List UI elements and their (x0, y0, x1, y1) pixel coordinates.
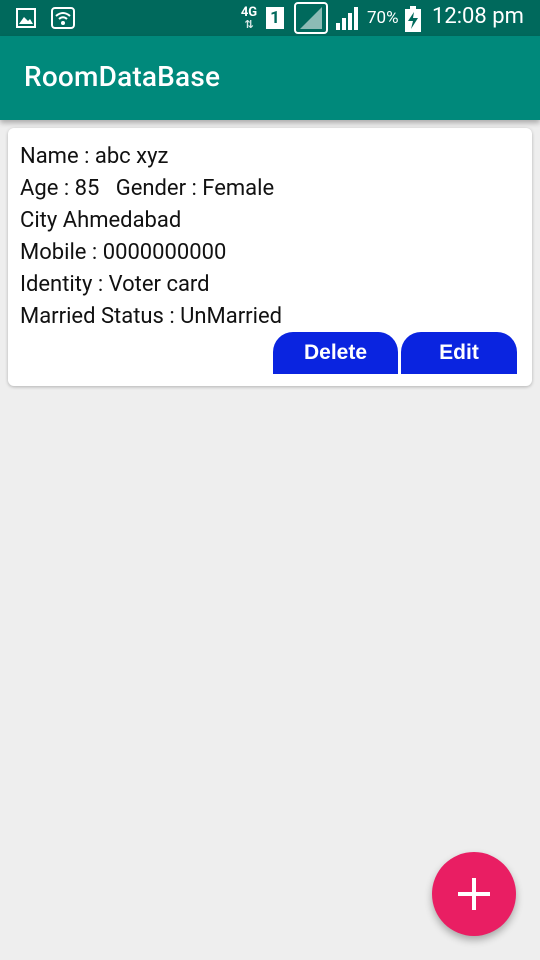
clock-time: 12:08 pm (432, 4, 524, 29)
city-text: City Ahmedabad (20, 208, 182, 233)
signal-strength-icon (334, 4, 362, 32)
mobile-text: Mobile : 0000000000 (20, 240, 227, 265)
gallery-icon (14, 6, 38, 30)
edit-button[interactable]: Edit (401, 332, 517, 374)
married-status-text: Married Status : UnMarried (20, 304, 283, 329)
add-record-button[interactable] (432, 852, 516, 936)
status-bar: 4G ⇅ 1 70% 12:08 pm (0, 0, 540, 36)
age-gender-text: Age : 85 Gender : Female (20, 176, 275, 201)
network-label: 4G (240, 4, 258, 20)
app-title: RoomDataBase (24, 60, 221, 93)
wifi-icon (50, 6, 76, 30)
sim-icon: 1 (265, 6, 285, 30)
record-card: Name : abc xyz Age : 85 Gender : Female … (8, 128, 532, 386)
name-text: Name : abc xyz (20, 144, 169, 169)
identity-text: Identity : Voter card (20, 272, 210, 297)
app-bar: RoomDataBase (0, 36, 540, 120)
sim-number: 1 (270, 8, 280, 28)
delete-button[interactable]: Delete (273, 332, 398, 374)
data-arrows-icon: ⇅ (244, 17, 254, 31)
battery-percent: 70% (367, 8, 399, 28)
signal-icon (294, 2, 328, 34)
plus-icon (454, 874, 494, 914)
4g-icon: 4G ⇅ (238, 4, 260, 32)
battery-charging-icon (404, 5, 422, 32)
